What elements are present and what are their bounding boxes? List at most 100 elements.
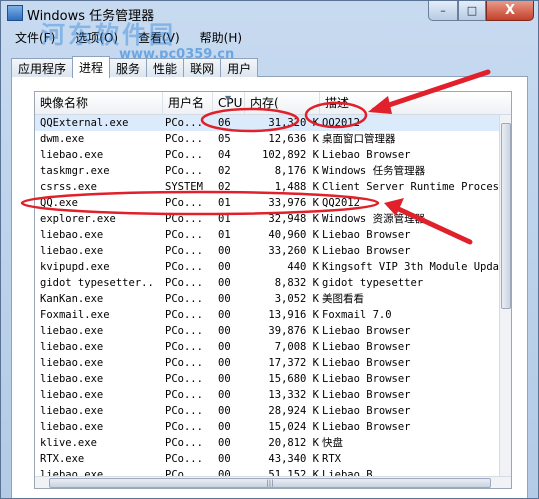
table-row[interactable]: liebao.exe PCo... 01 40,960 K Liebao Browser bbox=[35, 227, 511, 243]
cell-user-name: PCo... bbox=[165, 437, 203, 449]
cell-memory: 20,812 K bbox=[268, 437, 319, 449]
table-row[interactable]: klive.exe PCo... 00 20,812 K 快盘 bbox=[35, 435, 511, 451]
cell-memory: 13,916 K bbox=[268, 309, 319, 321]
cell-user-name: PCo... bbox=[165, 341, 203, 353]
cell-user-name: PCo... bbox=[165, 117, 203, 129]
window-controls: – □ X bbox=[428, 1, 534, 21]
cell-memory: 3,052 K bbox=[274, 293, 319, 305]
table-row[interactable]: liebao.exe PCo... 00 33,260 K Liebao Browser bbox=[35, 243, 511, 259]
vertical-scroll-thumb[interactable] bbox=[501, 123, 511, 309]
cell-user-name: PCo... bbox=[165, 165, 203, 177]
minimize-button[interactable]: – bbox=[428, 1, 458, 21]
table-row[interactable]: taskmgr.exe PCo... 02 8,176 K Windows 任务管理器 bbox=[35, 163, 511, 179]
tab-services[interactable]: 服务 bbox=[109, 58, 148, 77]
cell-user-name: PCo... bbox=[165, 133, 203, 145]
cell-description: Liebao Browser bbox=[322, 229, 411, 241]
menu-view[interactable]: 查看(V) bbox=[132, 28, 186, 47]
horizontal-scrollbar[interactable]: ||| bbox=[35, 476, 511, 488]
menu-options[interactable]: 选项(O) bbox=[69, 28, 124, 47]
cell-memory: 40,960 K bbox=[268, 229, 319, 241]
cell-image-name: liebao.exe bbox=[40, 405, 104, 417]
menu-file[interactable]: 文件(F) bbox=[9, 28, 61, 47]
cell-memory: 39,876 K bbox=[268, 325, 319, 337]
cell-user-name: PCo... bbox=[165, 149, 203, 161]
tab-networking[interactable]: 联网 bbox=[183, 58, 222, 77]
table-row[interactable]: QQ.exe PCo... 01 33,976 K QQ2012 bbox=[35, 195, 511, 211]
cell-image-name: liebao.exe bbox=[40, 421, 104, 433]
tab-strip: 应用程序 进程 服务 性能 联网 用户 bbox=[11, 56, 259, 78]
cell-user-name: PCo... bbox=[165, 325, 203, 337]
table-row[interactable]: liebao.exe PCo... 00 15,024 K Liebao Browser bbox=[35, 419, 511, 435]
table-row[interactable]: liebao.exe PCo... 00 15,680 K Liebao Browser bbox=[35, 371, 511, 387]
table-row[interactable]: Foxmail.exe PCo... 00 13,916 K Foxmail 7.0 bbox=[35, 307, 511, 323]
cell-image-name: liebao.exe bbox=[40, 389, 104, 401]
task-manager-icon bbox=[7, 5, 23, 21]
close-button[interactable]: X bbox=[486, 1, 534, 21]
cell-user-name: PCo... bbox=[165, 421, 203, 433]
process-list[interactable]: 映像名称 用户名 ▼ CPU 内存( 描述 QQExternal.exe PCo.… bbox=[34, 91, 512, 489]
table-row[interactable]: liebao.exe PCo... 00 39,876 K Liebao Browser bbox=[35, 323, 511, 339]
cell-description: Liebao Browser bbox=[322, 421, 411, 433]
cell-description: Liebao Browser bbox=[322, 325, 411, 337]
tab-applications[interactable]: 应用程序 bbox=[11, 58, 74, 77]
cell-user-name: PCo... bbox=[165, 213, 203, 225]
tab-processes[interactable]: 进程 bbox=[72, 56, 111, 78]
cell-memory: 13,332 K bbox=[268, 389, 319, 401]
table-row[interactable]: QQExternal.exe PCo... 06 31,320 K QQ2012 bbox=[35, 115, 511, 131]
table-row[interactable]: explorer.exe PCo... 01 32,948 K Windows 资源管理… bbox=[35, 211, 511, 227]
cell-image-name: liebao.exe bbox=[40, 245, 104, 257]
column-cpu[interactable]: ▼ CPU bbox=[213, 92, 245, 114]
table-row[interactable]: dwm.exe PCo... 05 12,636 K 桌面窗口管理器 bbox=[35, 131, 511, 147]
menu-help[interactable]: 帮助(H) bbox=[194, 28, 248, 47]
table-row[interactable]: kvipupd.exe PCo... 00 440 K Kingsoft VIP 3th… bbox=[35, 259, 511, 275]
processes-panel: 映像名称 用户名 ▼ CPU 内存( 描述 QQExternal.exe PCo.… bbox=[11, 76, 528, 498]
table-row[interactable]: liebao.exe PCo... 00 13,332 K Liebao Browser bbox=[35, 387, 511, 403]
maximize-button[interactable]: □ bbox=[458, 1, 486, 21]
window-title: Windows 任务管理器 bbox=[27, 9, 155, 24]
table-row[interactable]: KanKan.exe PCo... 00 3,052 K 美图看看 bbox=[35, 291, 511, 307]
cell-description: RTX bbox=[322, 453, 341, 465]
column-image-name[interactable]: 映像名称 bbox=[35, 92, 163, 114]
cell-description: Client Server Runtime Process bbox=[322, 181, 506, 193]
column-description[interactable]: 描述 bbox=[320, 92, 511, 114]
cell-memory: 440 K bbox=[287, 261, 319, 273]
sort-descending-icon: ▼ bbox=[225, 94, 232, 103]
table-row[interactable]: csrss.exe SYSTEM 02 1,488 K Client Server Ru… bbox=[35, 179, 511, 195]
table-row[interactable]: liebao.exe PCo... 00 17,372 K Liebao Browser bbox=[35, 355, 511, 371]
cell-description: Liebao Browser bbox=[322, 341, 411, 353]
horizontal-scroll-thumb[interactable]: ||| bbox=[49, 478, 491, 488]
vertical-scrollbar[interactable] bbox=[499, 115, 511, 477]
cell-user-name: PCo... bbox=[165, 197, 203, 209]
column-user-name[interactable]: 用户名 bbox=[163, 92, 213, 114]
title-bar[interactable]: Windows 任务管理器 – □ X bbox=[1, 1, 538, 25]
column-header-row: 映像名称 用户名 ▼ CPU 内存( 描述 bbox=[35, 92, 511, 115]
table-row[interactable]: gidot typesetter... PCo... 00 8,832 Kgidot … bbox=[35, 275, 511, 291]
cell-description: gidot typesetter bbox=[322, 277, 424, 289]
tab-users[interactable]: 用户 bbox=[220, 58, 259, 77]
cell-image-name: explorer.exe bbox=[40, 213, 116, 225]
cell-image-name: taskmgr.exe bbox=[40, 165, 110, 177]
cell-user-name: PCo... bbox=[165, 229, 203, 241]
tab-performance[interactable]: 性能 bbox=[146, 58, 185, 77]
cell-memory: 17,372 K bbox=[268, 357, 319, 369]
cell-description: 快盘 bbox=[322, 437, 343, 449]
table-row[interactable]: liebao.exe PCo... 00 7,008 K Liebao Browser bbox=[35, 339, 511, 355]
cell-memory: 15,680 K bbox=[268, 373, 319, 385]
cell-user-name: PCo... bbox=[165, 373, 203, 385]
cell-description: Windows 任务管理器 bbox=[322, 165, 426, 177]
cell-image-name: klive.exe bbox=[40, 437, 97, 449]
column-memory[interactable]: 内存( bbox=[245, 92, 320, 114]
cell-image-name: liebao.exe bbox=[40, 325, 104, 337]
cell-image-name: gidot typesetter... bbox=[40, 277, 155, 289]
cell-memory: 31,320 K bbox=[268, 117, 319, 129]
cell-description: 桌面窗口管理器 bbox=[322, 133, 396, 145]
cell-image-name: QQ.exe bbox=[40, 197, 78, 209]
table-row[interactable]: liebao.exe PCo... 04 102,892 K Liebao Browse… bbox=[35, 147, 511, 163]
table-row[interactable]: liebao.exe PCo... 00 28,924 K Liebao Browser bbox=[35, 403, 511, 419]
cell-image-name: dwm.exe bbox=[40, 133, 85, 145]
cell-image-name: KanKan.exe bbox=[40, 293, 104, 305]
cell-description: QQ2012 bbox=[322, 197, 360, 209]
cell-image-name: Foxmail.exe bbox=[40, 309, 110, 321]
table-row[interactable]: RTX.exe PCo... 00 43,340 K RTX bbox=[35, 451, 511, 467]
cell-description: Liebao Browser bbox=[322, 373, 411, 385]
